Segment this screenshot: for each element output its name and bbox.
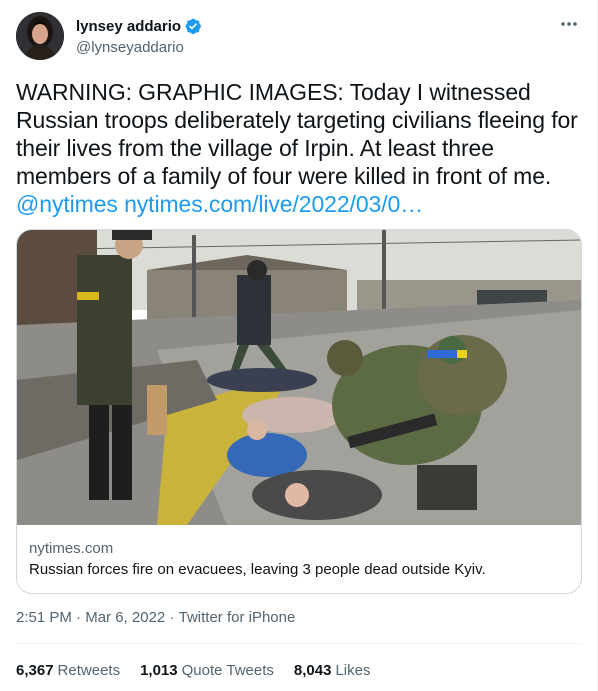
tweet-text: WARNING: GRAPHIC IMAGES: Today I witness… xyxy=(16,78,582,218)
handle[interactable]: @lynseyaddario xyxy=(76,39,202,56)
display-name[interactable]: lynsey addario xyxy=(76,18,181,35)
tweet: lynsey addario @lynseyaddario WARNING: G… xyxy=(0,0,598,691)
card-title: Russian forces fire on evacuees, leaving… xyxy=(29,561,486,578)
divider xyxy=(16,643,582,644)
quote-tweets-label: Quote Tweets xyxy=(181,662,274,679)
article-link[interactable]: nytimes.com/live/2022/03/0… xyxy=(124,191,423,217)
separator: · xyxy=(71,609,86,626)
tweet-time[interactable]: 2:51 PM xyxy=(16,609,72,626)
tweet-source[interactable]: Twitter for iPhone xyxy=(179,609,296,626)
stats-row: 6,367 Retweets 1,013 Quote Tweets 8,043 … xyxy=(16,662,370,679)
likes-stat[interactable]: 8,043 Likes xyxy=(294,662,371,679)
retweets-stat[interactable]: 6,367 Retweets xyxy=(16,662,120,679)
verified-badge-icon xyxy=(184,17,202,35)
mention-link[interactable]: @nytimes xyxy=(16,191,118,217)
link-card[interactable]: nytimes.com Russian forces fire on evacu… xyxy=(16,229,582,594)
likes-label: Likes xyxy=(335,662,371,679)
author-block: lynsey addario @lynseyaddario xyxy=(76,16,202,56)
tweet-header: lynsey addario @lynseyaddario xyxy=(16,12,582,62)
tweet-date[interactable]: Mar 6, 2022 xyxy=(85,609,165,626)
quote-tweets-stat[interactable]: 1,013 Quote Tweets xyxy=(140,662,274,679)
separator: · xyxy=(165,609,179,626)
card-domain: nytimes.com xyxy=(29,540,114,557)
card-meta: nytimes.com Russian forces fire on evacu… xyxy=(29,540,486,578)
likes-count: 8,043 xyxy=(293,662,332,679)
quote-tweets-count: 1,013 xyxy=(140,662,178,679)
more-icon[interactable] xyxy=(556,14,582,34)
retweets-count: 6,367 xyxy=(16,662,54,679)
avatar[interactable] xyxy=(16,12,64,60)
tweet-body: WARNING: GRAPHIC IMAGES: Today I witness… xyxy=(16,79,578,189)
tweet-metadata: 2:51 PM · Mar 6, 2022 · Twitter for iPho… xyxy=(16,609,295,626)
retweets-label: Retweets xyxy=(57,662,121,679)
card-photo xyxy=(17,230,581,525)
